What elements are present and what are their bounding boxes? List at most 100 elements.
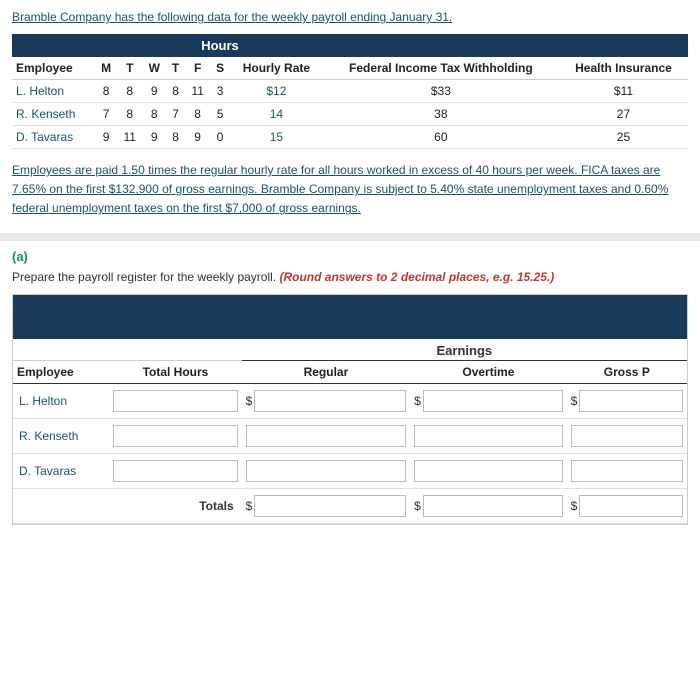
cell-rk-f: 8 [185, 103, 210, 126]
input-regular-lh[interactable] [254, 390, 406, 412]
input-totals-gross[interactable] [579, 495, 683, 517]
cell-rk-w: 8 [142, 103, 166, 126]
payroll-table: Earnings Employee Total Hours Regular Ov… [13, 339, 687, 524]
earnings-header-row: Earnings [13, 339, 687, 361]
input-totalhours-dt[interactable] [113, 460, 237, 482]
payroll-regular-lh: $ [242, 383, 411, 418]
col-fitw-header: Federal Income Tax Withholding [323, 57, 559, 80]
cell-rk-t: 8 [117, 103, 142, 126]
payroll-totals-row: Totals $ $ [13, 488, 687, 523]
payroll-emp-dt: D. Tavaras [13, 453, 109, 488]
payroll-totals-gross: $ [567, 488, 687, 523]
payroll-totalhours-dt[interactable] [109, 453, 241, 488]
cell-rk-health: 27 [559, 103, 688, 126]
col-t2-header: T [166, 57, 185, 80]
payroll-col-totalhours: Total Hours [109, 360, 241, 383]
table-row: D. Tavaras 9 11 9 8 9 0 15 60 25 [12, 126, 688, 149]
payroll-dark-header [13, 295, 687, 339]
cell-lh-f: 11 [185, 80, 210, 103]
cell-lh-health: $11 [559, 80, 688, 103]
payroll-gross-lh: $ [567, 383, 687, 418]
input-regular-dt[interactable] [246, 460, 407, 482]
cell-dt-rate: 15 [230, 126, 323, 149]
intro-text: Bramble Company has the following data f… [12, 10, 688, 24]
cell-lh-m: 8 [95, 80, 117, 103]
cell-lh-t: 8 [117, 80, 142, 103]
col-s-header: S [210, 57, 230, 80]
dollar-totals-regular: $ [246, 499, 253, 513]
input-totalhours-lh[interactable] [113, 390, 237, 412]
dollar-totals-gross: $ [571, 499, 578, 513]
emp-name-1: L. Helton [12, 80, 95, 103]
dollar-regular-lh: $ [246, 394, 253, 408]
cell-dt-th: 8 [166, 126, 185, 149]
page: Bramble Company has the following data f… [0, 0, 700, 679]
cell-rk-m: 7 [95, 103, 117, 126]
col-m-header: M [95, 57, 117, 80]
input-overtime-dt[interactable] [414, 460, 562, 482]
table-row: R. Kenseth 7 8 8 7 8 5 14 38 27 [12, 103, 688, 126]
input-gross-rk[interactable] [571, 425, 683, 447]
payroll-overtime-lh: $ [410, 383, 566, 418]
cell-lh-w: 9 [142, 80, 166, 103]
payroll-overtime-dt[interactable] [410, 453, 566, 488]
hours-header: Hours [117, 34, 323, 57]
payroll-regular-rk[interactable] [242, 418, 411, 453]
payroll-register: Earnings Employee Total Hours Regular Ov… [12, 294, 688, 525]
payroll-col-gross: Gross P [567, 360, 687, 383]
input-totals-regular[interactable] [254, 495, 406, 517]
dollar-overtime-lh: $ [414, 394, 421, 408]
col-f-header: F [185, 57, 210, 80]
input-regular-rk[interactable] [246, 425, 407, 447]
payroll-gross-dt[interactable] [567, 453, 687, 488]
cell-dt-w: 9 [142, 126, 166, 149]
earnings-label: Earnings [242, 339, 687, 361]
dollar-gross-lh: $ [571, 394, 578, 408]
payroll-emp-lh: L. Helton [13, 383, 109, 418]
input-gross-lh[interactable] [579, 390, 683, 412]
payroll-col-regular: Regular [242, 360, 411, 383]
payroll-col-overtime: Overtime [410, 360, 566, 383]
payroll-row-lh: L. Helton $ $ [13, 383, 687, 418]
cell-dt-s: 0 [210, 126, 230, 149]
col-employee-header: Employee [12, 57, 95, 80]
earnings-empty-2 [109, 339, 241, 361]
payroll-totals-overtime: $ [410, 488, 566, 523]
cell-lh-fitw: $33 [323, 80, 559, 103]
payroll-regular-dt[interactable] [242, 453, 411, 488]
instruction-red: (Round answers to 2 decimal places, e.g.… [279, 270, 554, 284]
table-row: L. Helton 8 8 9 8 11 3 $12 $33 $11 [12, 80, 688, 103]
payroll-gross-rk[interactable] [567, 418, 687, 453]
cell-rk-rate: 14 [230, 103, 323, 126]
instruction-text: Prepare the payroll register for the wee… [12, 270, 688, 284]
payroll-row-dt: D. Tavaras [13, 453, 687, 488]
payroll-totals-label: Totals [13, 488, 242, 523]
cell-rk-th: 7 [166, 103, 185, 126]
col-w-header: W [142, 57, 166, 80]
payroll-col-header-row: Employee Total Hours Regular Overtime Gr… [13, 360, 687, 383]
payroll-totalhours-rk[interactable] [109, 418, 241, 453]
dollar-totals-overtime: $ [414, 499, 421, 513]
earnings-empty-1 [13, 339, 109, 361]
payroll-emp-rk: R. Kenseth [13, 418, 109, 453]
payroll-totals-regular: $ [242, 488, 411, 523]
payroll-overtime-rk[interactable] [410, 418, 566, 453]
payroll-totalhours-lh[interactable] [109, 383, 241, 418]
cell-dt-fitw: 60 [323, 126, 559, 149]
col-health-header: Health Insurance [559, 57, 688, 80]
input-totals-overtime[interactable] [423, 495, 563, 517]
instruction-plain: Prepare the payroll register for the wee… [12, 270, 276, 284]
emp-name-2: R. Kenseth [12, 103, 95, 126]
input-totalhours-rk[interactable] [113, 425, 237, 447]
cell-dt-m: 9 [95, 126, 117, 149]
emp-name-3: D. Tavaras [12, 126, 95, 149]
separator [0, 233, 700, 241]
input-overtime-lh[interactable] [423, 390, 563, 412]
cell-rk-s: 5 [210, 103, 230, 126]
cell-dt-f: 9 [185, 126, 210, 149]
payroll-row-rk: R. Kenseth [13, 418, 687, 453]
input-overtime-rk[interactable] [414, 425, 562, 447]
cell-dt-health: 25 [559, 126, 688, 149]
input-gross-dt[interactable] [571, 460, 683, 482]
data-table: Hours Employee M T W T F S Hourly Rate F… [12, 34, 688, 149]
